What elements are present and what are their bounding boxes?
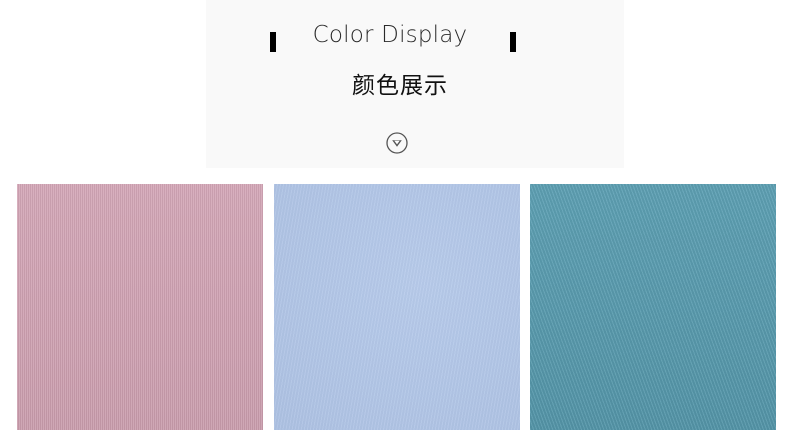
chevron-down-circle-icon <box>386 132 408 154</box>
section-title-cn: 颜色展示 <box>352 73 448 99</box>
title-bar-left <box>270 32 276 52</box>
fabric-swatch-teal <box>530 184 776 430</box>
fabric-swatch-pink <box>17 184 263 430</box>
section-title-en: Color Display <box>312 22 468 48</box>
fabric-swatch-light-blue <box>274 184 520 430</box>
title-bar-right <box>510 32 516 52</box>
